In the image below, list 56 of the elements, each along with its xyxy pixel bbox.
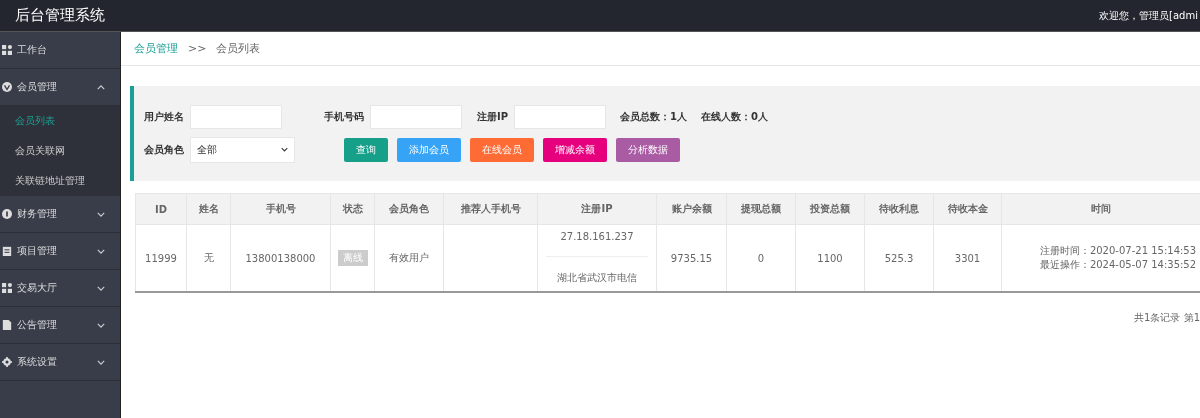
- column-header: 手机号: [230, 193, 331, 225]
- column-header: 会员角色: [374, 193, 444, 225]
- field-label: 用户姓名: [144, 109, 184, 124]
- table-cell: 525.3: [864, 224, 934, 292]
- table-cell: 11999: [135, 224, 187, 292]
- nav-item[interactable]: 交易大厅: [0, 270, 120, 307]
- table-cell: 9735.15: [656, 224, 727, 292]
- app-title: 后台管理系统: [15, 6, 105, 25]
- column-header: 账户余额: [656, 193, 727, 225]
- submenu-item[interactable]: 会员关联网: [0, 136, 120, 166]
- registered-time: 注册时间：2020-07-21 15:14:53: [1038, 244, 1198, 258]
- table-cell: 1100: [795, 224, 865, 292]
- table-cell: 有效用户: [374, 224, 444, 292]
- pagination-text: 共1条记录 第1: [1134, 311, 1200, 325]
- submenu-item[interactable]: 关联链地址管理: [0, 166, 120, 196]
- ip-text: 27.18.161.237: [546, 231, 648, 257]
- column-header: ID: [135, 193, 187, 225]
- grid-icon: [2, 283, 12, 293]
- column-header: 投资总额: [795, 193, 865, 225]
- column-header: 提现总额: [726, 193, 796, 225]
- last-action-time: 最近操作：2024-05-07 14:35:52: [1038, 258, 1198, 272]
- breadcrumb-current: 会员列表: [216, 41, 261, 56]
- table-cell: 0: [726, 224, 796, 292]
- nav-item[interactable]: 项目管理: [0, 233, 120, 270]
- stat-text: 在线人数：0人: [701, 109, 768, 124]
- table-cell: 无: [186, 224, 231, 292]
- column-header: 推荐人手机号: [443, 193, 538, 225]
- welcome-text: 欢迎您，管理员[admi: [1099, 8, 1199, 23]
- nav-item[interactable]: 系统设置: [0, 344, 120, 381]
- column-header: 注册IP: [537, 193, 657, 225]
- nav-item[interactable]: 工作台: [0, 32, 120, 69]
- table-cell: 13800138000: [230, 224, 331, 292]
- field-label: 注册IP: [477, 109, 509, 124]
- stat-text: 会员总数：1人: [620, 109, 688, 124]
- role-select[interactable]: 全部: [190, 136, 295, 163]
- input-field[interactable]: [370, 104, 462, 129]
- column-header: 待收本金: [933, 193, 1002, 225]
- field-label: 会员角色: [144, 142, 184, 157]
- doc-icon: [2, 320, 12, 330]
- caret-icon: [281, 147, 288, 152]
- input-field[interactable]: [190, 104, 282, 129]
- field-label: 手机号码: [324, 109, 364, 124]
- submenu-item[interactable]: 会员列表: [0, 106, 120, 136]
- action-button[interactable]: 增减余额: [543, 137, 607, 162]
- nav-item[interactable]: 财务管理: [0, 196, 120, 233]
- column-header: 姓名: [186, 193, 231, 225]
- nav-item[interactable]: 公告管理: [0, 307, 120, 344]
- action-button[interactable]: 分析数据: [616, 137, 680, 162]
- input-field[interactable]: [514, 104, 607, 129]
- grid-icon: [2, 45, 12, 55]
- ip-location: 湖北省武汉市电信: [556, 271, 638, 285]
- column-header: 状态: [330, 193, 375, 225]
- breadcrumb-separator: >>: [188, 42, 207, 55]
- table-cell: 3301: [933, 224, 1002, 292]
- column-header: 时间: [1001, 193, 1200, 225]
- column-header: 待收利息: [864, 193, 934, 225]
